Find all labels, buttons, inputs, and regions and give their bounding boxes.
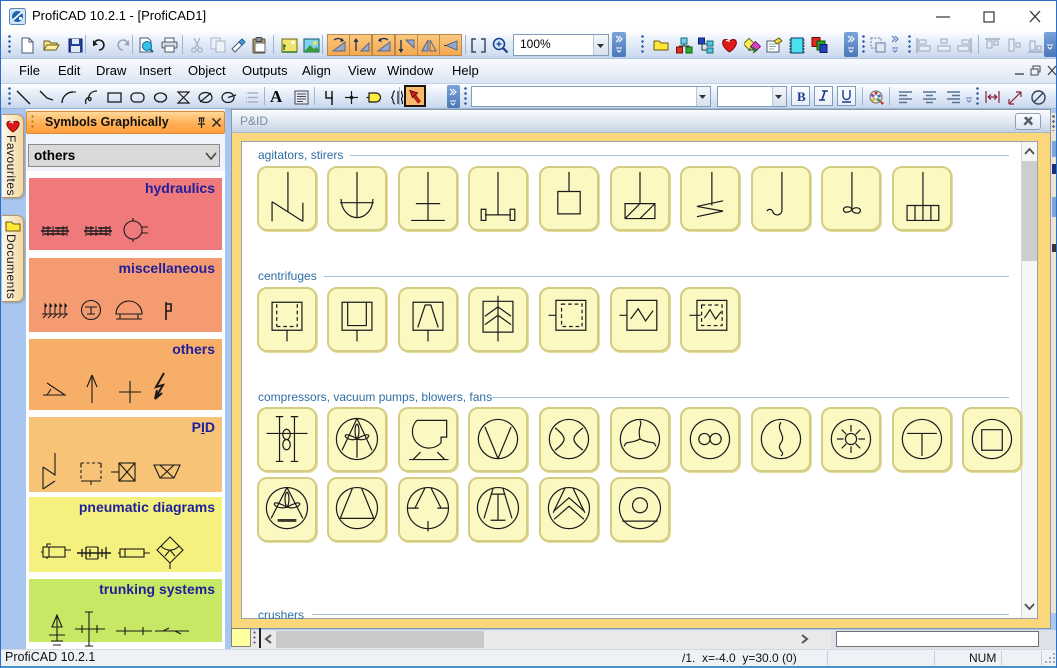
svg-text:B: B — [797, 89, 806, 104]
